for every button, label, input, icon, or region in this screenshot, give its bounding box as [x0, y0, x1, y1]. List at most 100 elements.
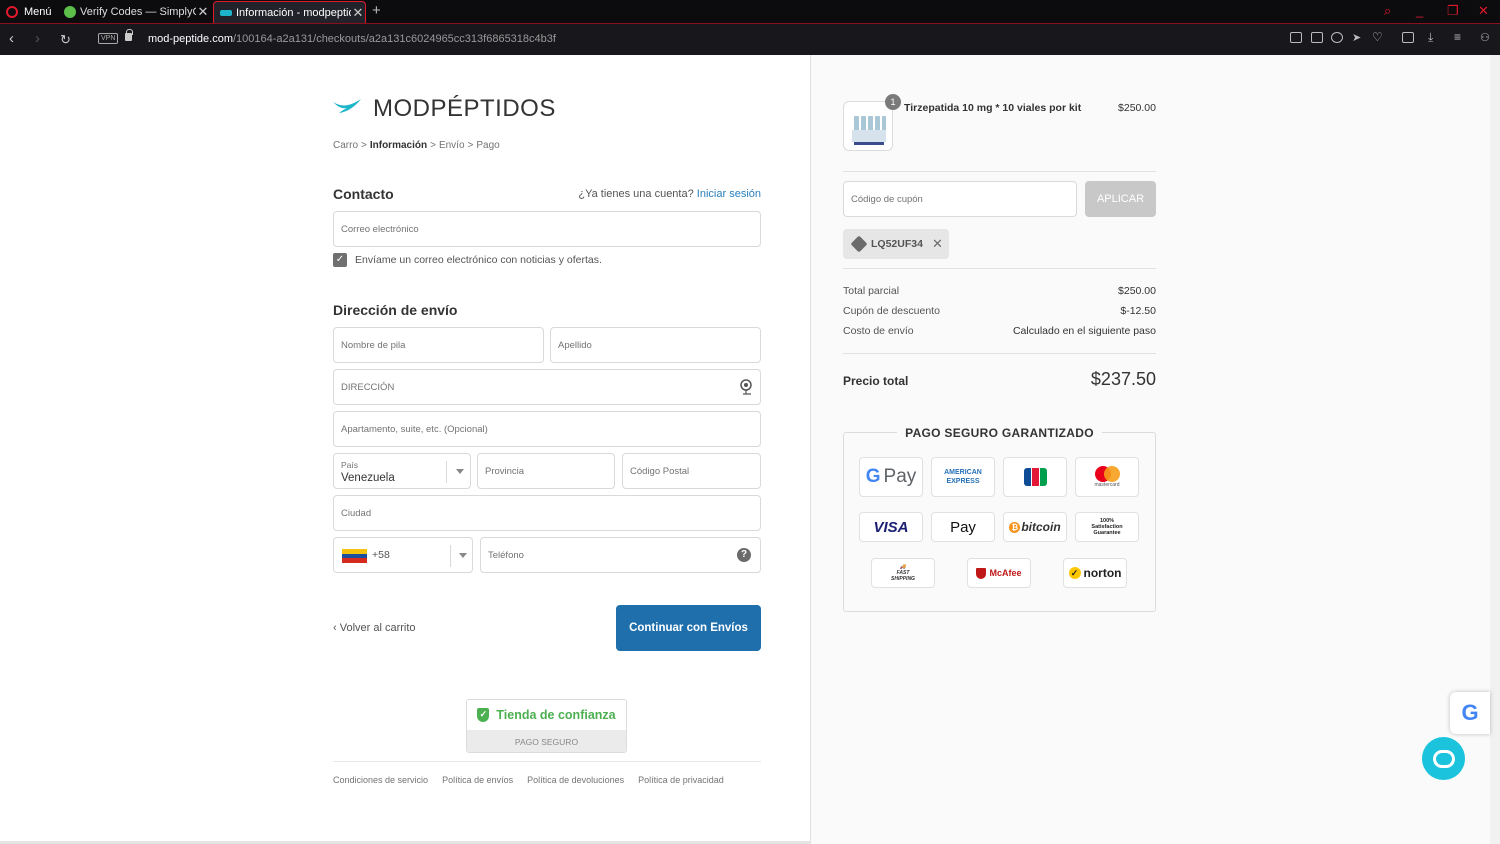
phone-country-select[interactable]: +58 — [333, 537, 473, 573]
lock-icon[interactable] — [125, 29, 133, 41]
trusted-store-title: Tienda de confianza — [496, 708, 616, 722]
profile-icon[interactable]: ⚇ — [1480, 31, 1492, 44]
browser-tab-bar: Menú Verify Codes — SimplyCodes ✕ Inform… — [0, 0, 1500, 24]
postal-code-placeholder: Código Postal — [630, 465, 690, 477]
heart-icon[interactable]: ♡ — [1372, 30, 1384, 44]
email-field[interactable]: Correo electrónico — [333, 211, 761, 247]
subtotal-value: $250.00 — [1118, 285, 1156, 297]
browser-menu-label: Menú — [24, 6, 52, 18]
city-field[interactable]: Ciudad — [333, 495, 761, 531]
summary-divider — [843, 353, 1156, 354]
back-to-cart-link[interactable]: ‹ Volver al carrito — [333, 622, 416, 634]
url-field[interactable]: mod-peptide.com/100164-a2a131/checkouts/… — [148, 33, 556, 45]
address-field[interactable]: DIRECCIÓN — [333, 369, 761, 405]
browser-tab-modpeptides[interactable]: Información - modpeptides ✕ — [213, 1, 366, 23]
phone-field[interactable]: Teléfono ? — [480, 537, 761, 573]
easy-setup-icon[interactable]: ≡ — [1454, 30, 1466, 44]
flow-icon[interactable]: ➤ — [1352, 31, 1364, 44]
browser-tab-simplycodes[interactable]: Verify Codes — SimplyCodes ✕ — [58, 1, 210, 23]
share-icon[interactable] — [1290, 32, 1302, 43]
simplycodes-favicon-icon — [64, 6, 76, 18]
breadcrumb-information: Información — [369, 140, 428, 151]
address-placeholder: DIRECCIÓN — [341, 381, 395, 393]
search-tabs-icon[interactable]: ⌕ — [1384, 3, 1391, 19]
tab-title: Información - modpeptides — [236, 6, 351, 19]
minimize-window-icon[interactable]: _ — [1416, 3, 1423, 18]
shipping-cost-label: Costo de envío — [843, 325, 914, 337]
login-link[interactable]: Iniciar sesión — [697, 188, 761, 200]
help-icon[interactable]: ? — [737, 548, 751, 562]
secure-payment-title-wrap: PAGO SEGURO GARANTIZADO — [843, 424, 1156, 442]
vpn-badge[interactable]: VPN — [98, 33, 119, 44]
first-name-field[interactable]: Nombre de pila — [333, 327, 544, 363]
adblock-icon[interactable] — [1331, 32, 1343, 43]
venezuela-flag-icon — [342, 549, 367, 563]
last-name-field[interactable]: Apellido — [550, 327, 761, 363]
tag-icon — [850, 235, 868, 253]
location-pin-icon[interactable] — [739, 379, 753, 395]
google-reviews-badge[interactable]: G — [1450, 692, 1490, 734]
apartment-placeholder: Apartamento, suite, etc. (Opcional) — [341, 423, 488, 435]
subtotal-label: Total parcial — [843, 285, 900, 297]
close-window-icon[interactable]: ✕ — [1478, 3, 1489, 19]
country-label: País — [341, 460, 359, 470]
postal-code-field[interactable]: Código Postal — [622, 453, 761, 489]
download-icon[interactable]: ⤓ — [1428, 30, 1440, 44]
browser-menu-button[interactable]: Menú — [6, 4, 52, 20]
select-divider — [450, 545, 451, 567]
checkout-main — [0, 55, 810, 844]
applied-coupon-code: LQ52UF34 — [871, 238, 923, 250]
chevron-down-icon — [459, 553, 467, 558]
contact-heading: Contacto — [333, 186, 394, 202]
store-name[interactable]: MODPÉPTIDOS — [373, 95, 556, 123]
terms-link[interactable]: Condiciones de servicio — [333, 775, 428, 785]
subtotal-row: Total parcial $250.00 — [843, 285, 1156, 297]
forward-nav-icon[interactable]: › — [35, 30, 40, 47]
newsletter-label: Envíame un correo electrónico con notici… — [355, 254, 602, 266]
bitcoin-icon: ₿ — [1009, 521, 1021, 533]
discount-value: $-12.50 — [1120, 305, 1156, 317]
total-label: Precio total — [843, 374, 909, 388]
refund-policy-link[interactable]: Política de devoluciones — [527, 775, 624, 785]
country-select[interactable]: País Venezuela — [333, 453, 471, 489]
opera-logo-icon — [6, 6, 18, 18]
breadcrumb-cart[interactable]: Carro — [333, 140, 358, 151]
close-tab-icon[interactable]: ✕ — [196, 4, 210, 20]
close-tab-icon[interactable]: ✕ — [351, 5, 365, 21]
back-to-cart-label: Volver al carrito — [339, 622, 416, 634]
shipping-cost-value: Calculado en el siguiente paso — [1012, 325, 1156, 337]
restore-window-icon[interactable]: ❐ — [1447, 3, 1459, 19]
back-nav-icon[interactable]: ‹ — [9, 30, 14, 47]
store-logo-icon — [333, 99, 361, 113]
shipping-cost-row: Costo de envío Calculado en el siguiente… — [843, 325, 1156, 337]
mcafee-badge: McAfee — [967, 558, 1031, 588]
extensions-icon[interactable] — [1402, 32, 1414, 43]
apartment-field[interactable]: Apartamento, suite, etc. (Opcional) — [333, 411, 761, 447]
coupon-input[interactable]: Código de cupón — [843, 181, 1077, 217]
privacy-policy-link[interactable]: Política de privacidad — [638, 775, 724, 785]
reload-icon[interactable]: ↻ — [60, 32, 71, 48]
remove-coupon-icon[interactable]: ✕ — [932, 236, 943, 252]
footer-divider — [333, 761, 761, 762]
breadcrumb-shipping: Envío — [438, 140, 465, 151]
google-pay-badge: G Pay — [859, 457, 923, 497]
fast-shipping-badge: 🚚 FAST SHIPPING — [871, 558, 935, 588]
continue-to-shipping-button[interactable]: Continuar con Envíos — [616, 605, 761, 651]
province-field[interactable]: Provincia — [477, 453, 615, 489]
chat-button[interactable] — [1422, 737, 1465, 780]
newsletter-checkbox[interactable]: ✓ — [333, 253, 347, 267]
apply-coupon-button[interactable]: APLICAR — [1085, 181, 1156, 217]
apple-pay-badge: Pay — [931, 512, 995, 542]
product-thumbnail — [843, 101, 893, 151]
new-tab-icon[interactable]: + — [372, 2, 381, 19]
mastercard-badge: mastercard — [1075, 457, 1139, 497]
bitcoin-badge: ₿ bitcoin — [1003, 512, 1067, 542]
snapshot-icon[interactable] — [1311, 32, 1323, 43]
page-scrollbar[interactable] — [1490, 55, 1500, 844]
norton-check-icon: ✓ — [1068, 567, 1081, 579]
kit-box-shape — [852, 130, 886, 142]
phone-code: +58 — [372, 549, 390, 561]
discount-label: Cupón de descuento — [843, 305, 940, 317]
amex-badge: AMERICAN EXPRESS — [931, 457, 995, 497]
shipping-policy-link[interactable]: Política de envíos — [442, 775, 513, 785]
